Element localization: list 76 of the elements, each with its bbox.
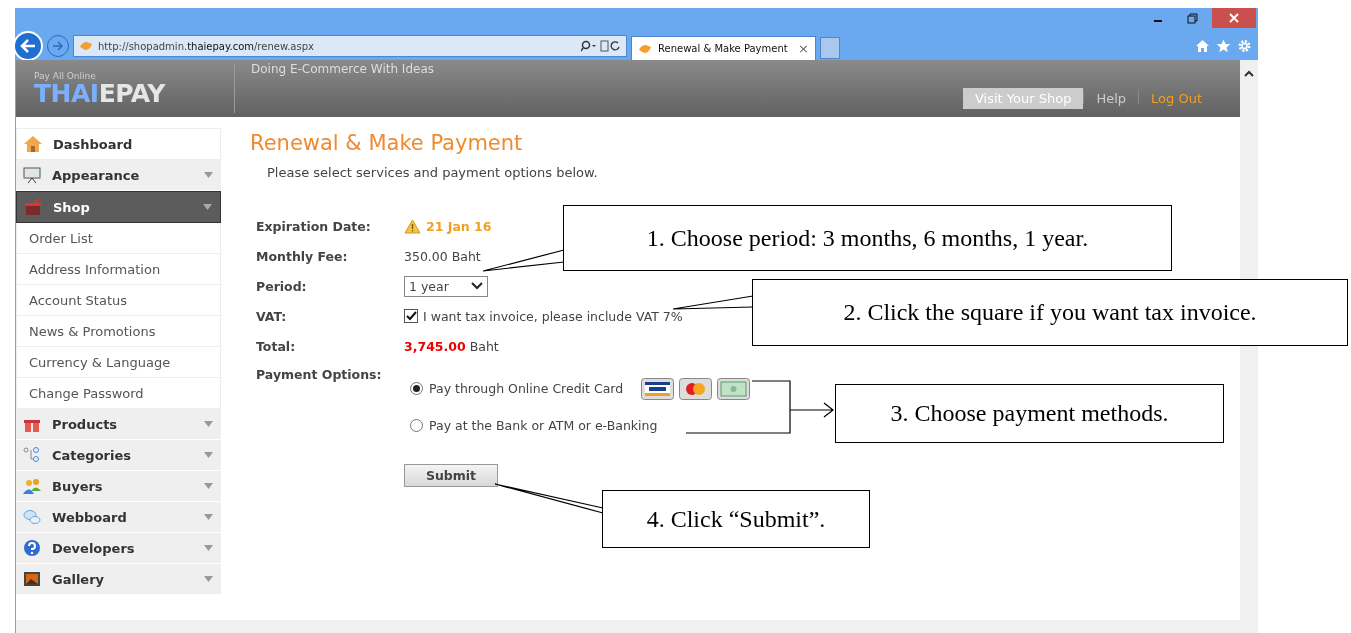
- sidebar-item[interactable]: Webboard: [16, 502, 221, 533]
- slogan: Doing E-Commerce With Ideas: [250, 61, 435, 78]
- star-icon[interactable]: [1216, 39, 1231, 53]
- callout-box: 3. Choose payment methods.: [835, 384, 1224, 443]
- sidebar-item[interactable]: Developers: [16, 533, 221, 564]
- callout-box: 4. Click “Submit”.: [602, 490, 870, 548]
- caret-icon: [204, 421, 213, 427]
- period-dropdown[interactable]: 1 year: [404, 275, 488, 297]
- sidebar-subitem[interactable]: Order List: [16, 223, 221, 254]
- radio-circle-icon: [410, 382, 423, 395]
- search-refresh-icon[interactable]: [581, 40, 621, 52]
- page-favicon-icon: [79, 41, 93, 51]
- new-tab-button[interactable]: [820, 37, 840, 59]
- sidebar-subitem[interactable]: News & Promotions: [16, 316, 221, 347]
- payment-option-radio[interactable]: Pay through Online Credit Card: [410, 370, 751, 407]
- chevron-down-icon: [471, 282, 483, 290]
- scroll-up-icon[interactable]: [1244, 70, 1254, 77]
- vat-checkbox[interactable]: [404, 309, 418, 323]
- settings-icon[interactable]: [1237, 39, 1252, 53]
- logo-tagline: Pay All Online: [34, 71, 97, 81]
- help-icon: [22, 539, 42, 557]
- home-icon[interactable]: [1195, 39, 1210, 53]
- speech-bubbles-icon: [22, 508, 42, 526]
- intro-text: Please select services and payment options below.: [267, 165, 599, 180]
- logo-text: THAIEPAY: [34, 81, 167, 106]
- field-label: VAT:: [256, 307, 288, 326]
- visa-card-icon: [641, 377, 675, 400]
- sidebar-subitem[interactable]: Currency & Language: [16, 347, 221, 378]
- caret-icon: [203, 204, 212, 210]
- caret-icon: [204, 172, 213, 178]
- back-button[interactable]: [13, 31, 43, 61]
- sidebar-item[interactable]: Gallery: [16, 564, 221, 595]
- arrow: [789, 402, 834, 418]
- monthly-fee: 350.00 Baht: [404, 248, 481, 264]
- sidebar-item[interactable]: Products: [16, 409, 221, 440]
- people-icon: [22, 477, 42, 495]
- page-title: Renewal & Make Payment: [250, 131, 524, 155]
- shop-icon: [23, 198, 43, 216]
- expiration-date: 21 Jan 16: [426, 218, 492, 234]
- house-icon: [23, 135, 43, 153]
- field-label: Monthly Fee:: [256, 247, 349, 266]
- sidebar-item[interactable]: Categories: [16, 440, 221, 471]
- mastercard-card-icon: [679, 377, 713, 400]
- sidebar-subitem[interactable]: Account Status: [16, 285, 221, 316]
- total-amount: 3,745.00 Baht: [404, 338, 499, 354]
- field-label: Period:: [256, 277, 308, 296]
- callout-box: 2. Click the square if you want tax invoice.: [752, 279, 1348, 346]
- browser-tab[interactable]: Renewal & Make Payment ×: [631, 36, 816, 60]
- caret-icon: [204, 452, 213, 458]
- sidebar-subitem[interactable]: Address Information: [16, 254, 221, 285]
- payment-option-radio[interactable]: Pay at the Bank or ATM or e-Banking: [410, 407, 658, 444]
- field-label: Expiration Date:: [256, 217, 372, 236]
- vat-label: I want tax invoice, please include VAT 7%: [423, 308, 683, 324]
- right-arrow-icon: [52, 41, 64, 51]
- submit-button[interactable]: Submit: [404, 464, 498, 487]
- sidebar-item[interactable]: Shop: [16, 191, 221, 223]
- sidebar-item[interactable]: Dashboard: [16, 128, 221, 160]
- picture-icon: [22, 570, 42, 588]
- left-arrow-icon: [20, 39, 36, 53]
- caret-icon: [204, 576, 213, 582]
- sidebar-item[interactable]: Appearance: [16, 160, 221, 191]
- hierarchy-icon: [22, 446, 42, 464]
- close-icon[interactable]: [1212, 8, 1256, 28]
- caret-icon: [204, 514, 213, 520]
- caret-icon: [204, 545, 213, 551]
- field-label: Payment Options:: [256, 366, 383, 384]
- callout-box: 1. Choose period: 3 months, 6 months, 1 year.: [563, 205, 1172, 271]
- address-bar[interactable]: http://shopadmin.thaiepay.com/renew.aspx: [73, 35, 627, 57]
- easel-icon: [22, 166, 42, 184]
- radio-circle-icon: [410, 419, 423, 432]
- tab-favicon-icon: [638, 43, 652, 54]
- warning-icon: [404, 218, 421, 234]
- field-label: Total:: [256, 337, 297, 356]
- sidebar-item[interactable]: Buyers: [16, 471, 221, 502]
- caret-icon: [204, 483, 213, 489]
- cash-card-icon: [717, 377, 751, 400]
